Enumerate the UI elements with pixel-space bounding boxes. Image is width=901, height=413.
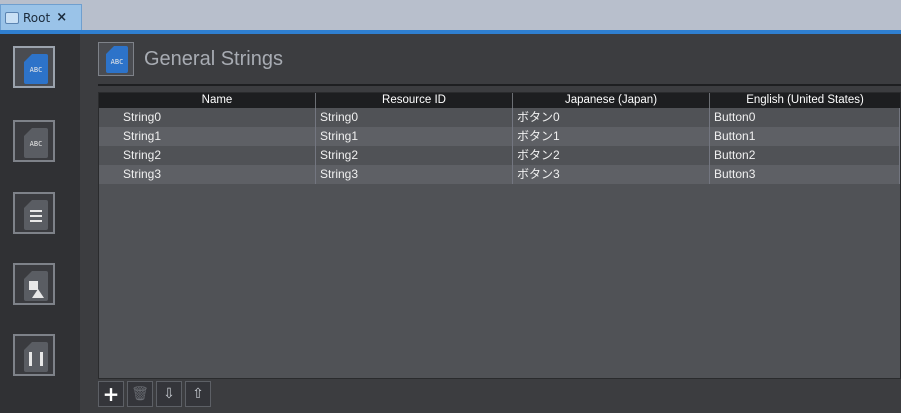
add-string-button[interactable]: +	[98, 381, 124, 407]
page-header: ABC General Strings	[98, 42, 283, 76]
cell-japanese[interactable]: ボタン0	[513, 108, 710, 127]
row-header[interactable]	[99, 108, 119, 127]
tab-label: Root	[23, 10, 51, 25]
cell-japanese[interactable]: ボタン2	[513, 146, 710, 165]
cell-english[interactable]: Button3	[710, 165, 900, 184]
strings-table: Name Resource ID Japanese (Japan) Englis…	[98, 92, 901, 379]
cell-resource-id[interactable]: String2	[316, 146, 513, 165]
cell-resource-id[interactable]: String3	[316, 165, 513, 184]
table-toolbar: + 🗑 ⇩ ⇧	[98, 381, 211, 407]
header-divider	[98, 84, 901, 86]
cell-resource-id[interactable]: String0	[316, 108, 513, 127]
column-header-english[interactable]: English (United States)	[710, 93, 900, 108]
window-icon	[5, 11, 19, 24]
row-header[interactable]	[99, 165, 119, 184]
cell-name[interactable]: String0	[119, 108, 316, 127]
tab-root[interactable]: Root ×	[0, 4, 82, 30]
image-document-icon	[24, 271, 48, 301]
general-strings-icon: ABC	[98, 42, 134, 76]
row-header[interactable]	[99, 127, 119, 146]
cell-name[interactable]: String1	[119, 127, 316, 146]
table-row[interactable]: String3 String3 ボタン3 Button3	[99, 165, 900, 184]
sidebar: ABC ABC	[0, 34, 80, 413]
cell-name[interactable]: String3	[119, 165, 316, 184]
main-panel: ABC General Strings Name Resource ID Jap…	[94, 34, 901, 413]
table-row[interactable]: String0 String0 ボタン0 Button0	[99, 108, 900, 127]
row-header-corner	[99, 93, 119, 108]
cell-name[interactable]: String2	[119, 146, 316, 165]
cell-japanese[interactable]: ボタン3	[513, 165, 710, 184]
tab-bar: Root ×	[0, 0, 901, 30]
table-header: Name Resource ID Japanese (Japan) Englis…	[99, 93, 900, 108]
audio-document-icon: ABC	[24, 128, 48, 158]
column-header-name[interactable]: Name	[119, 93, 316, 108]
table-row[interactable]: String2 String2 ボタン2 Button2	[99, 146, 900, 165]
page-title: General Strings	[144, 47, 283, 70]
sidebar-item-images[interactable]	[13, 263, 55, 305]
cell-english[interactable]: Button2	[710, 146, 900, 165]
delete-icon[interactable]: 🗑	[127, 381, 153, 407]
list-document-icon	[24, 200, 48, 230]
cell-resource-id[interactable]: String1	[316, 127, 513, 146]
close-icon[interactable]: ×	[56, 10, 67, 25]
import-icon[interactable]: ⇩	[156, 381, 182, 407]
cell-english[interactable]: Button0	[710, 108, 900, 127]
sidebar-item-general-strings[interactable]: ABC	[13, 46, 55, 88]
sidebar-item-list[interactable]	[13, 192, 55, 234]
cell-japanese[interactable]: ボタン1	[513, 127, 710, 146]
cell-english[interactable]: Button1	[710, 127, 900, 146]
column-header-resource-id[interactable]: Resource ID	[316, 93, 513, 108]
text-document-icon: ABC	[24, 54, 48, 84]
movie-document-icon	[24, 342, 48, 372]
export-icon[interactable]: ⇧	[185, 381, 211, 407]
sidebar-item-movies[interactable]	[13, 334, 55, 376]
column-header-japanese[interactable]: Japanese (Japan)	[513, 93, 710, 108]
sidebar-item-audio-strings[interactable]: ABC	[13, 120, 55, 162]
table-row[interactable]: String1 String1 ボタン1 Button1	[99, 127, 900, 146]
row-header[interactable]	[99, 146, 119, 165]
